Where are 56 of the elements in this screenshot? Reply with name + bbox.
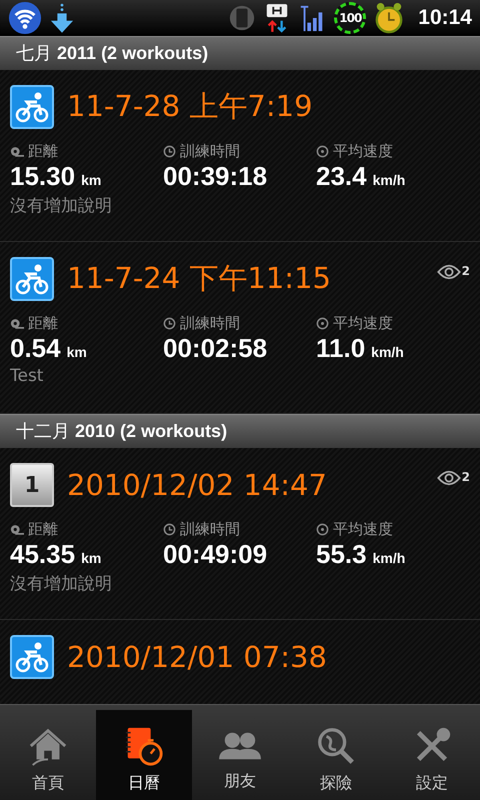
workout-number-badge: 1 [10,463,54,507]
speedometer-icon [316,523,329,536]
workout-note: 沒有增加說明 [10,195,113,217]
wifi-icon [8,1,42,35]
stat-value: 15.30 km [10,161,102,192]
month-header: 十二月 2010 (2 workouts) [0,414,480,448]
month-header: 七月 2011 (2 workouts) [0,36,480,70]
workout-date: 11-7-24 下午11:15 [67,260,332,297]
workout-note: Test [10,366,44,386]
phone-icon [228,4,256,32]
clock-icon [163,145,176,158]
tab[interactable]: 首頁 [0,710,96,800]
stat-value: 45.35 km [10,539,102,570]
stat-label: 距離 [28,142,58,161]
tab[interactable]: 朋友 [192,710,288,800]
stat-label: 訓練時間 [180,314,240,333]
clock-icon [163,523,176,536]
workout-note: 沒有增加說明 [10,573,113,595]
stat-value: 00:39:18 [163,161,268,192]
tab[interactable]: 設定 [384,710,480,800]
clock-time: 10:14 [418,6,472,30]
workout-entry[interactable]: 11-7-28 上午7:19 距離 15.30 km 訓練時間 00:39:18 平均速度 23.4 km/h 沒有增加說明 [0,70,480,242]
tape-measure-icon [10,524,24,535]
view-count: 2 [462,264,470,278]
stat-value: 00:49:09 [163,539,268,570]
cyclist-icon [10,257,54,301]
stat-value: 55.3 km/h [316,539,406,570]
battery-level: 100 [334,2,366,34]
speedometer-icon [316,145,329,158]
workout-date: 2010/12/02 14:47 [67,468,328,502]
workout-date: 11-7-28 上午7:19 [67,88,314,125]
cyclist-icon [10,635,54,679]
view-count: 2 [462,470,470,484]
stat-label: 距離 [28,314,58,333]
eye-icon [436,470,461,486]
tape-measure-icon [10,146,24,157]
stat-label: 平均速度 [333,142,393,161]
workout-date: 2010/12/01 07:38 [67,640,328,674]
tape-measure-icon [10,318,24,329]
tab[interactable]: 日曆 [96,710,192,800]
clock-icon [163,317,176,330]
stat-label: 平均速度 [333,520,393,539]
tab[interactable]: 探險 [288,710,384,800]
eye-icon [436,264,461,280]
stat-label: 平均速度 [333,314,393,333]
cyclist-icon [10,85,54,129]
stat-value: 0.54 km [10,333,88,364]
stat-value: 23.4 km/h [316,161,406,192]
alarm-clock-icon [374,2,404,34]
stat-label: 訓練時間 [180,142,240,161]
stat-value: 11.0 km/h [316,333,405,364]
stat-value: 00:02:58 [163,333,268,364]
download-icon [50,2,74,34]
stat-label: 訓練時間 [180,520,240,539]
stat-label: 距離 [28,520,58,539]
speedometer-icon [316,317,329,330]
